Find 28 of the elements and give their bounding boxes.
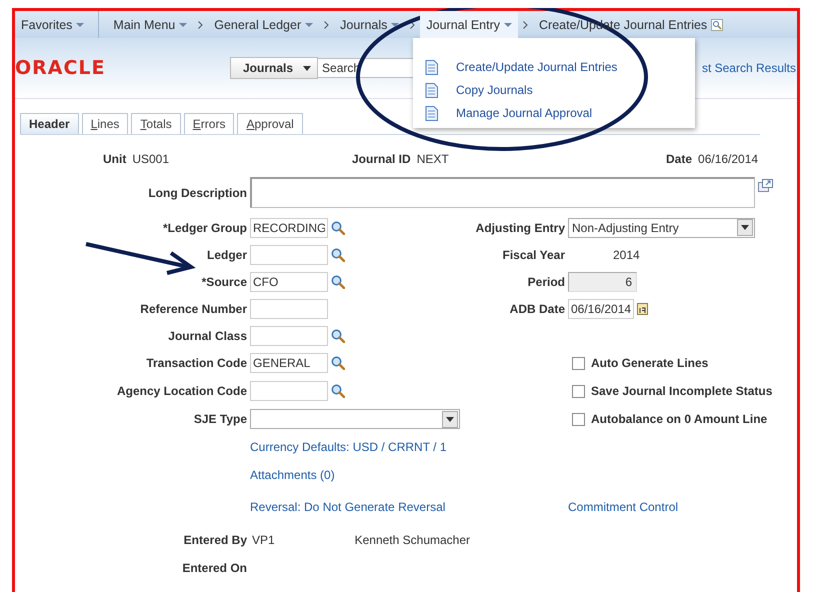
field-label: Long Description — [148, 186, 247, 200]
field-label: Adjusting Entry — [476, 220, 565, 234]
field-value: NEXT — [416, 152, 449, 168]
field-label: Fiscal Year — [502, 248, 565, 262]
field-label: *Ledger Group — [162, 220, 247, 234]
checkbox-label: Save Journal Incomplete Status — [591, 384, 772, 398]
field-label: Unit — [103, 152, 126, 168]
field-label: Period — [528, 274, 565, 288]
field-value: US001 — [132, 152, 170, 168]
field-label: Date — [666, 152, 692, 168]
field-label: SJE Type — [194, 412, 247, 426]
checkbox-label: Auto Generate Lines — [591, 356, 708, 370]
field-label: Agency Location Code — [116, 384, 247, 398]
field-label: Entered By — [184, 532, 247, 546]
logo: ORACLE — [15, 57, 107, 79]
field-label: Transaction Code — [146, 356, 247, 370]
field-label: Ledger — [206, 248, 247, 262]
field-label: ADB Date — [510, 302, 565, 316]
field-label: Entered On — [182, 560, 247, 574]
field-label: Journal ID — [352, 152, 411, 168]
field-label: Journal Class — [168, 328, 247, 342]
user-name: Kenneth Schumacher — [354, 532, 470, 546]
checkbox-label: Autobalance on 0 Amount Line — [591, 412, 768, 426]
field-label: Reference Number — [140, 302, 247, 316]
field-label: *Source — [202, 274, 247, 288]
field-value: 06/16/2014 — [698, 152, 758, 168]
field-value: 2014 — [613, 248, 640, 262]
field-value: VP1 — [252, 532, 276, 546]
